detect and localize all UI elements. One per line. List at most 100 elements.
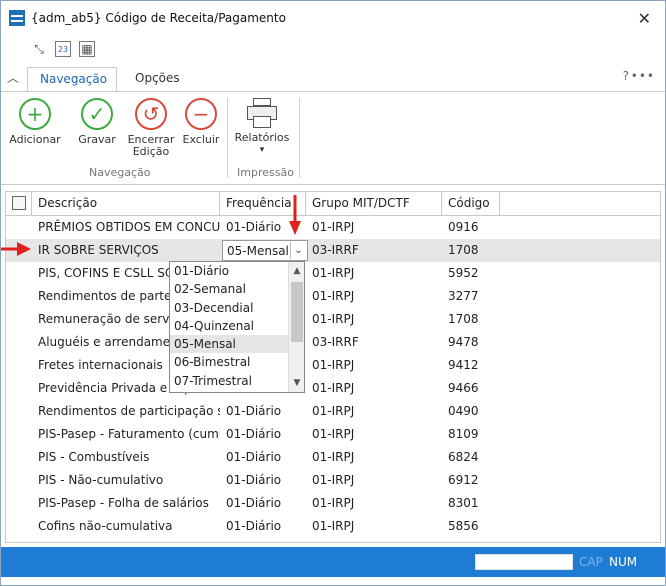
table-row[interactable]: Aluguéis e arrendamento 03-IRRF 9478	[6, 331, 660, 354]
plus-icon: +	[19, 98, 51, 130]
grid-corner[interactable]	[6, 192, 32, 216]
tab-opcoes[interactable]: Opções	[123, 67, 192, 93]
add-button[interactable]: + Adicionar	[7, 98, 63, 146]
table-row[interactable]: IR SOBRE SERVIÇOS 05-Mensal ⌄ 03-IRRF 1708	[6, 239, 660, 262]
ribbon-panel: + Adicionar ✓ Gravar ↺ Encerrar Edição −…	[1, 91, 665, 185]
cell-grupo[interactable]: 01-IRPJ	[306, 469, 442, 492]
delete-button[interactable]: − Excluir	[173, 98, 229, 146]
table-row[interactable]: Cofins não-cumulativa 01-Diário 01-IRPJ 585…	[6, 515, 660, 538]
tab-navegacao[interactable]: Navegação	[27, 67, 117, 93]
column-chooser-icon[interactable]	[12, 196, 26, 210]
help-icon[interactable]: ?	[623, 69, 629, 83]
table-row[interactable]: PIS - Não-cumulativo 01-Diário 01-IRPJ 6912	[6, 469, 660, 492]
cell-grupo[interactable]: 01-IRPJ	[306, 308, 442, 331]
dropdown-option[interactable]: 06-Bimestral	[170, 353, 304, 371]
cell-descricao[interactable]: PIS - Não-cumulativo	[32, 469, 220, 492]
cell-grupo[interactable]: 03-IRRF	[306, 239, 442, 262]
grid-view-icon[interactable]: ▦	[79, 41, 95, 57]
cell-frequencia[interactable]: 01-Diário	[220, 515, 306, 538]
cell-codigo[interactable]: 0916	[442, 216, 500, 239]
table-row[interactable]: PIS - Combustíveis 01-Diário 01-IRPJ 6824	[6, 446, 660, 469]
data-grid: Descrição Frequência Grupo MIT/DCTF Códi…	[5, 191, 661, 543]
add-label: Adicionar	[9, 133, 61, 146]
cell-frequencia[interactable]: 01-Diário	[220, 492, 306, 515]
cell-codigo[interactable]: 9412	[442, 354, 500, 377]
ribbon-collapse-icon[interactable]: ︿	[7, 69, 19, 86]
cell-grupo[interactable]: 01-IRPJ	[306, 446, 442, 469]
save-button[interactable]: ✓ Gravar	[69, 98, 125, 146]
frequency-select[interactable]: 05-Mensal ⌄	[222, 240, 308, 261]
cell-grupo[interactable]: 01-IRPJ	[306, 423, 442, 446]
cell-descricao[interactable]: IR SOBRE SERVIÇOS	[32, 239, 220, 262]
dropdown-option[interactable]: 01-Diário	[170, 262, 304, 280]
cell-grupo[interactable]: 01-IRPJ	[306, 492, 442, 515]
cell-descricao[interactable]: PIS-Pasep - Faturamento (cumul...	[32, 423, 220, 446]
cell-grupo[interactable]: 01-IRPJ	[306, 354, 442, 377]
column-header-codigo[interactable]: Código	[442, 192, 500, 216]
cell-codigo[interactable]: 9466	[442, 377, 500, 400]
cell-frequencia[interactable]: 01-Diário	[220, 400, 306, 423]
cell-codigo[interactable]: 8301	[442, 492, 500, 515]
scroll-down-icon[interactable]: ▼	[289, 376, 305, 390]
cell-grupo[interactable]: 01-IRPJ	[306, 377, 442, 400]
table-row[interactable]: Previdência Privada e Fap 01-IRPJ 9466	[6, 377, 660, 400]
cell-codigo[interactable]: 9478	[442, 331, 500, 354]
frequency-dropdown-list[interactable]: 01-Diário 02-Semanal 03-Decendial 04-Quinze…	[169, 261, 305, 393]
cell-descricao[interactable]: PIS - Combustíveis	[32, 446, 220, 469]
chevron-down-icon[interactable]: ⌄	[290, 242, 306, 259]
cell-codigo[interactable]: 5952	[442, 262, 500, 285]
cell-descricao[interactable]: Cofins não-cumulativa	[32, 515, 220, 538]
column-header-descricao[interactable]: Descrição	[32, 192, 220, 216]
reports-button[interactable]: Relatórios ▾	[231, 98, 293, 156]
cell-frequencia[interactable]: 01-Diário	[220, 446, 306, 469]
cell-grupo[interactable]: 01-IRPJ	[306, 400, 442, 423]
cell-codigo[interactable]: 5856	[442, 515, 500, 538]
reports-dropdown-icon: ▾	[259, 145, 265, 155]
cell-frequencia[interactable]: 01-Diário	[220, 423, 306, 446]
table-row[interactable]: Rendimentos de partes be 01-IRPJ 3277	[6, 285, 660, 308]
table-row[interactable]: Fretes internacionais 01-IRPJ 9412	[6, 354, 660, 377]
collapse-icon[interactable]: ⤡	[31, 41, 47, 57]
cell-codigo[interactable]: 3277	[442, 285, 500, 308]
cell-codigo[interactable]: 6824	[442, 446, 500, 469]
cell-grupo[interactable]: 03-IRRF	[306, 331, 442, 354]
cell-descricao[interactable]: PRÊMIOS OBTIDOS EM CONCUR...	[32, 216, 220, 239]
dropdown-scrollbar[interactable]: ▲ ▼	[288, 262, 304, 392]
printer-icon	[245, 98, 279, 128]
scroll-up-icon[interactable]: ▲	[289, 264, 305, 278]
cell-grupo[interactable]: 01-IRPJ	[306, 216, 442, 239]
cell-codigo[interactable]: 1708	[442, 239, 500, 262]
cell-grupo[interactable]: 01-IRPJ	[306, 285, 442, 308]
checkmark-icon: ✓	[81, 98, 113, 130]
close-icon[interactable]: ✕	[638, 9, 651, 28]
dropdown-option[interactable]: 02-Semanal	[170, 280, 304, 298]
dropdown-option[interactable]: 07-Trimestral	[170, 372, 304, 390]
table-row[interactable]: PRÊMIOS OBTIDOS EM CONCUR... 01-Diário 01-…	[6, 216, 660, 239]
calendar-icon[interactable]: 23	[55, 41, 71, 57]
dropdown-option[interactable]: 03-Decendial	[170, 299, 304, 317]
table-row[interactable]: Remuneração de serviços 01-IRPJ 1708	[6, 308, 660, 331]
cell-descricao[interactable]: PIS-Pasep - Folha de salários	[32, 492, 220, 515]
window-title: {adm_ab5} Código de Receita/Pagamento	[31, 11, 286, 25]
dropdown-option[interactable]: 04-Quinzenal	[170, 317, 304, 335]
cell-descricao[interactable]: Rendimentos de participação so...	[32, 400, 220, 423]
cell-frequencia[interactable]: 01-Diário	[220, 469, 306, 492]
num-lock-indicator: NUM	[609, 555, 638, 569]
table-row[interactable]: PIS-Pasep - Folha de salários 01-Diário 01…	[6, 492, 660, 515]
end-edit-button[interactable]: ↺ Encerrar Edição	[123, 98, 179, 158]
column-header-grupo[interactable]: Grupo MIT/DCTF	[306, 192, 442, 216]
dropdown-option[interactable]: 05-Mensal	[170, 335, 304, 354]
more-options-icon[interactable]: •••	[631, 69, 655, 83]
cell-codigo[interactable]: 0490	[442, 400, 500, 423]
app-logo-icon	[9, 10, 25, 26]
cell-grupo[interactable]: 01-IRPJ	[306, 262, 442, 285]
cell-codigo[interactable]: 1708	[442, 308, 500, 331]
table-row[interactable]: Rendimentos de participação so...01-Diár…	[6, 400, 660, 423]
cell-codigo[interactable]: 8109	[442, 423, 500, 446]
table-row[interactable]: PIS, COFINS E CSLL SOBRE 01-IRPJ 5952	[6, 262, 660, 285]
delete-label: Excluir	[182, 133, 220, 146]
cell-codigo[interactable]: 6912	[442, 469, 500, 492]
scroll-thumb[interactable]	[291, 282, 303, 342]
cell-grupo[interactable]: 01-IRPJ	[306, 515, 442, 538]
table-row[interactable]: PIS-Pasep - Faturamento (cumul...01-Diár…	[6, 423, 660, 446]
